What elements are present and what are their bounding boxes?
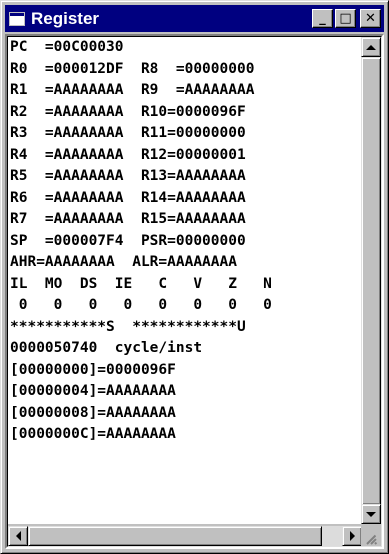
vertical-scrollbar[interactable] xyxy=(361,37,381,524)
register-line-r2-r10: R2 =AAAAAAAA R10=0000096F xyxy=(10,103,246,120)
resize-grip-icon[interactable] xyxy=(361,526,381,546)
scroll-right-button[interactable] xyxy=(342,526,362,546)
register-line-r1-r9: R1 =AAAAAAAA R9 =AAAAAAAA xyxy=(10,82,255,98)
arrow-left-icon xyxy=(15,531,21,541)
vertical-scroll-thumb[interactable] xyxy=(361,57,381,505)
register-panel: PC =00C00030 R0 =000012DF R8 =00000000 R… xyxy=(5,34,384,549)
flag-values-line: 0 0 0 0 0 0 0 0 xyxy=(10,297,272,313)
memory-line: [00000004]=AAAAAAAA xyxy=(10,383,176,399)
minimize-button[interactable]: _ xyxy=(312,9,333,28)
register-line-r5-r13: R5 =AAAAAAAA R13=AAAAAAAA xyxy=(10,168,246,184)
register-line-r7-r15: R7 =AAAAAAAA R15=AAAAAAAA xyxy=(10,211,246,227)
cycle-count-line: 0000050740 cycle/inst xyxy=(10,340,203,356)
maximize-button[interactable]: □ xyxy=(335,9,356,28)
memory-line: [0000000C]=AAAAAAAA xyxy=(10,426,176,442)
arrow-up-icon xyxy=(366,44,376,50)
register-line-r3-r11: R3 =AAAAAAAA R11=00000000 xyxy=(10,125,246,141)
flag-names-line: IL MO DS IE C V Z N xyxy=(10,275,272,292)
horizontal-scrollbar[interactable] xyxy=(8,526,362,546)
memory-line: [00000000]=0000096F xyxy=(10,361,176,378)
horizontal-scroll-thumb[interactable] xyxy=(28,526,322,546)
arrow-right-icon xyxy=(349,531,355,541)
arrow-down-icon xyxy=(366,511,376,517)
title-bar[interactable]: Register _ □ ✕ xyxy=(5,5,384,32)
close-button[interactable]: ✕ xyxy=(360,9,381,28)
register-text-area[interactable]: PC =00C00030 R0 =000012DF R8 =00000000 R… xyxy=(8,37,362,524)
window-app-icon[interactable] xyxy=(9,11,25,26)
register-line-r4-r12: R4 =AAAAAAAA R12=00000001 xyxy=(10,146,246,163)
window-title: Register xyxy=(31,8,100,28)
register-line-ahr-alr: AHR=AAAAAAAA ALR=AAAAAAAA xyxy=(10,254,237,270)
register-window: Register _ □ ✕ PC =00C00030 R0 =000012DF… xyxy=(0,0,389,554)
scroll-up-button[interactable] xyxy=(361,37,381,57)
scroll-down-button[interactable] xyxy=(361,504,381,524)
register-line-r6-r14: R6 =AAAAAAAA R14=AAAAAAAA xyxy=(10,189,246,206)
register-line-r0-r8: R0 =000012DF R8 =00000000 xyxy=(10,60,255,77)
memory-line: [00000008]=AAAAAAAA xyxy=(10,404,176,421)
register-line-pc: PC =00C00030 xyxy=(10,39,124,55)
scroll-left-button[interactable] xyxy=(8,526,28,546)
status-separator-line: ***********S ************U xyxy=(10,318,246,335)
register-line-sp-psr: SP =000007F4 PSR=00000000 xyxy=(10,232,246,249)
